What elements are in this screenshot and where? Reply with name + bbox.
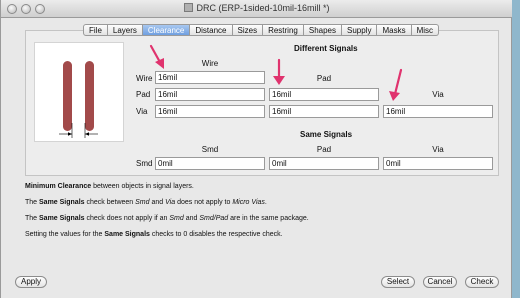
info-text: checks to 0 disables the respective chec… xyxy=(149,231,283,238)
info-line-1: Minimum Clearance between objects in sig… xyxy=(25,183,194,190)
info-line-2: The Same Signals check between Smd and V… xyxy=(25,199,267,206)
title-bar: DRC (ERP-1sided-10mil-16mill *) xyxy=(1,0,513,18)
info-text: and xyxy=(183,215,200,222)
tab-bar: File Layers Clearance Distance Sizes Res… xyxy=(83,24,440,36)
tab-file[interactable]: File xyxy=(83,24,108,36)
pad-wire-input[interactable]: 16mil xyxy=(155,88,265,101)
tab-misc[interactable]: Misc xyxy=(411,24,440,36)
info-line-1-bold: Minimum Clearance xyxy=(25,183,92,190)
info-italic: Smd xyxy=(135,199,150,206)
tab-restring[interactable]: Restring xyxy=(263,24,304,36)
clearance-diagram-svg xyxy=(59,61,98,138)
window-title-wrap: DRC (ERP-1sided-10mil-16mill *) xyxy=(1,3,513,13)
trace-left xyxy=(63,61,72,131)
via-wire-input[interactable]: 16mil xyxy=(155,105,265,118)
info-text: and xyxy=(149,199,166,206)
info-text: check between xyxy=(84,199,136,206)
info-italic: Smd/Pad xyxy=(199,215,229,222)
info-text: . xyxy=(264,199,267,206)
desktop-background-strip xyxy=(512,0,520,298)
trace-right xyxy=(85,61,94,131)
via-via-input[interactable]: 16mil xyxy=(383,105,493,118)
apply-button[interactable]: Apply xyxy=(15,276,47,288)
info-text: The xyxy=(25,199,40,206)
info-text: are in the same package. xyxy=(228,215,309,222)
tab-sizes[interactable]: Sizes xyxy=(232,24,264,36)
info-line-1-text: between objects in signal layers. xyxy=(91,183,194,190)
down-arrow-icon xyxy=(389,68,403,101)
smd-pad-input[interactable]: 0mil xyxy=(269,157,379,170)
cancel-button[interactable]: Cancel xyxy=(423,276,457,288)
info-italic: Via xyxy=(165,199,176,206)
down-arrow-icon xyxy=(273,58,285,85)
row-label-pad: Pad xyxy=(136,90,151,99)
via-pad-input[interactable]: 16mil xyxy=(269,105,379,118)
tab-layers[interactable]: Layers xyxy=(107,24,143,36)
document-icon xyxy=(184,3,194,12)
different-signals-header: Different Signals xyxy=(294,44,358,53)
info-bold: Same Signals xyxy=(39,215,85,222)
info-bold: Same Signals xyxy=(39,199,85,206)
tab-distance[interactable]: Distance xyxy=(190,24,233,36)
col-header-via-same: Via xyxy=(432,145,444,154)
row-label-wire: Wire xyxy=(136,74,153,83)
row-label-via: Via xyxy=(136,107,148,116)
info-text: The xyxy=(25,215,40,222)
col-header-pad-same: Pad xyxy=(316,145,332,154)
tab-masks[interactable]: Masks xyxy=(377,24,412,36)
info-text: does not apply to xyxy=(175,199,233,206)
tab-shapes[interactable]: Shapes xyxy=(303,24,342,36)
info-bold: Same Signals xyxy=(104,231,150,238)
info-italic: Smd xyxy=(169,215,184,222)
check-button[interactable]: Check xyxy=(465,276,499,288)
info-text: check does not apply if an xyxy=(84,215,170,222)
window-title: DRC (ERP-1sided-10mil-16mill *) xyxy=(196,3,330,13)
same-signals-header: Same Signals xyxy=(300,130,353,139)
info-line-3: The Same Signals check does not apply if… xyxy=(25,215,309,222)
info-text: Setting the values for the xyxy=(25,231,105,238)
tab-clearance[interactable]: Clearance xyxy=(142,24,191,36)
drc-dialog-window: DRC (ERP-1sided-10mil-16mill *) File Lay… xyxy=(0,0,513,298)
tab-supply[interactable]: Supply xyxy=(342,24,378,36)
smd-via-input[interactable]: 0mil xyxy=(383,157,493,170)
pad-pad-input[interactable]: 16mil xyxy=(269,88,379,101)
col-header-wire: Wire xyxy=(201,59,219,68)
smd-smd-input[interactable]: 0mil xyxy=(155,157,265,170)
col-header-smd: Smd xyxy=(201,145,219,154)
info-line-4: Setting the values for the Same Signals … xyxy=(25,231,283,238)
wire-wire-input[interactable]: 16mil xyxy=(155,71,265,84)
down-arrow-icon xyxy=(149,44,164,69)
row-label-smd: Smd xyxy=(136,159,153,168)
select-button[interactable]: Select xyxy=(381,276,415,288)
info-italic: Micro Vias xyxy=(232,199,265,206)
clearance-diagram xyxy=(34,42,124,142)
